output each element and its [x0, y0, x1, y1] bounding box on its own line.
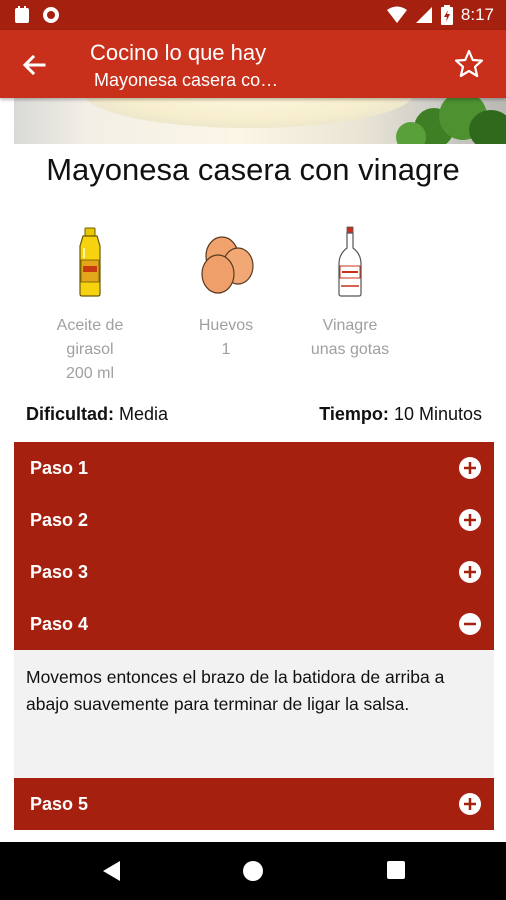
- battery-icon: [440, 5, 453, 25]
- ingredient-name-line1: Aceite de: [56, 317, 124, 334]
- vinegar-bottle-icon: [338, 226, 362, 297]
- ingredient-qty: 1: [221, 341, 231, 358]
- step-label: Paso 1: [30, 458, 89, 478]
- ingredients-list: Aceite de girasol 200 ml Huevos 1 Vinagr…: [30, 226, 430, 396]
- ingredient-oil: Aceite de girasol 200 ml: [30, 226, 150, 386]
- expand-plus-icon[interactable]: [458, 560, 482, 584]
- system-nav-bar: [0, 842, 506, 900]
- step-label: Paso 4: [30, 614, 89, 634]
- status-bar: 8:17: [0, 0, 506, 30]
- ingredient-name-line2: girasol: [66, 341, 114, 358]
- collapse-minus-icon[interactable]: [458, 612, 482, 636]
- status-time: 8:17: [460, 5, 494, 24]
- nav-home-icon[interactable]: [242, 860, 264, 882]
- oil-bottle-icon: [79, 227, 101, 297]
- step-header-1[interactable]: Paso 1: [14, 442, 494, 494]
- ingredient-name: Huevos: [198, 317, 254, 334]
- wifi-icon: [386, 6, 407, 23]
- favorite-star-icon[interactable]: [454, 49, 484, 79]
- ingredient-eggs: Huevos 1: [166, 226, 286, 362]
- notification-icon: [15, 6, 29, 23]
- nav-back-icon[interactable]: [100, 860, 122, 882]
- step-header-5[interactable]: Paso 5: [14, 778, 494, 830]
- app-title: Cocino lo que hay: [90, 40, 267, 65]
- step-label: Paso 2: [30, 510, 89, 530]
- ingredient-qty: 200 ml: [65, 365, 115, 382]
- ingredient-vinegar: Vinagre unas gotas: [290, 226, 410, 362]
- ingredient-qty: unas gotas: [310, 341, 390, 358]
- step-header-4[interactable]: Paso 4: [14, 598, 494, 650]
- expand-plus-icon[interactable]: [458, 456, 482, 480]
- app-subtitle: Mayonesa casera co…: [94, 70, 279, 90]
- recipe-meta: Dificultad: Media Tiempo: 10 Minutos: [26, 404, 482, 425]
- difficulty: Dificultad: Media: [26, 404, 169, 424]
- record-icon: [43, 7, 59, 23]
- recipe-hero-image: [14, 98, 506, 144]
- app-bar: Cocino lo que hay Mayonesa casera co…: [0, 30, 506, 98]
- eggs-icon: [201, 236, 254, 294]
- step-4-content: Movemos entonces el brazo de la batidora…: [14, 650, 494, 778]
- back-arrow-icon[interactable]: [20, 51, 48, 79]
- signal-icon: [415, 7, 432, 23]
- step-4-text: Movemos entonces el brazo de la batidora…: [26, 667, 445, 714]
- step-label: Paso 3: [30, 562, 89, 582]
- ingredient-name: Vinagre: [322, 317, 378, 334]
- cooking-time: Tiempo: 10 Minutos: [319, 404, 482, 424]
- step-header-2[interactable]: Paso 2: [14, 494, 494, 546]
- step-header-3[interactable]: Paso 3: [14, 546, 494, 598]
- recipe-title: Mayonesa casera con vinagre: [46, 152, 460, 187]
- expand-plus-icon[interactable]: [458, 508, 482, 532]
- expand-plus-icon[interactable]: [458, 792, 482, 816]
- step-label: Paso 5: [30, 794, 89, 814]
- nav-recents-icon[interactable]: [386, 860, 406, 880]
